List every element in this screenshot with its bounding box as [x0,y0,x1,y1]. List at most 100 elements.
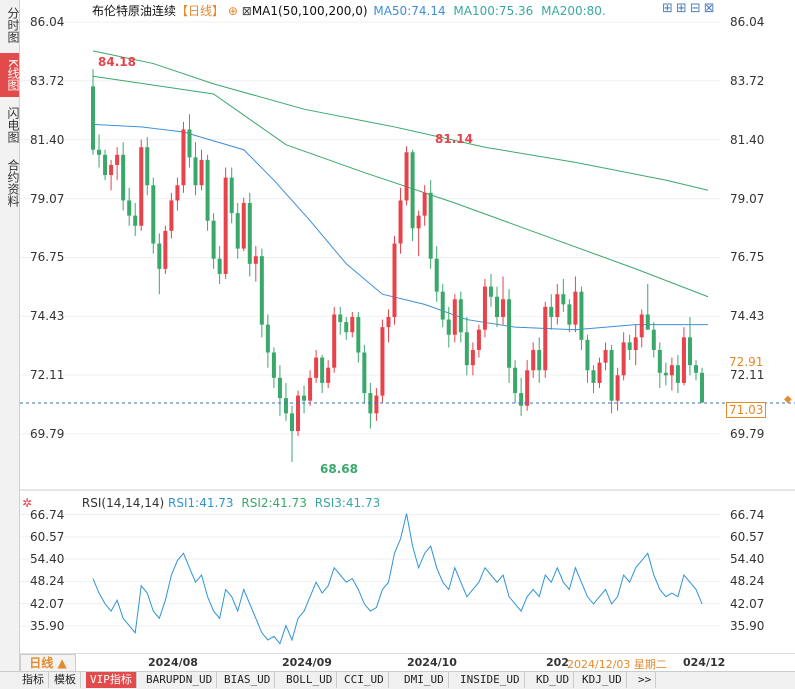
sidebar-tab-contract-info[interactable]: 合约资料 [0,153,20,213]
candle-body [121,154,126,201]
right-price-tick: 81.40 [730,132,765,147]
left-rsi-tick: 42.07 [30,596,65,611]
left-price-tick: 72.11 [30,368,65,383]
candle-body [133,215,138,226]
left-price-tick: 79.07 [30,191,65,206]
indicator-tab[interactable]: 模板 [50,672,81,688]
right-price-tick: 83.72 [730,73,765,88]
indicator-tab[interactable]: 指标 [18,672,49,688]
candle-body [410,152,415,229]
right-rsi-tick: 54.40 [730,552,765,567]
right-rsi-tick: 60.57 [730,529,765,544]
candle-body [609,349,614,401]
time-label-sep: 2024/09 [282,656,332,669]
right-rsi-tick: 48.24 [730,574,765,589]
candle-body [561,294,566,305]
left-rsi-tick: 60.57 [30,529,65,544]
ma50-line [92,75,709,298]
indicator-tab[interactable]: KD_UD [532,672,575,688]
time-label-oct: 2024/10 [407,656,457,669]
candle-body [398,200,403,244]
candle-body [663,372,668,376]
candle-body [229,177,234,214]
candle-body [199,159,204,186]
candle-body [265,324,270,353]
sidebar-tab-kline[interactable]: K线图 [0,53,20,97]
candle-body [555,294,560,318]
candle-body [356,317,361,353]
candle-body [271,352,276,378]
candle-body [440,291,445,320]
right-price-tick: 74.43 [730,309,765,324]
rsi-line [92,513,703,645]
indicator-tab[interactable]: KDJ_UD [578,672,627,688]
time-label-dec: 024/12 [683,656,726,669]
indicator-tab[interactable]: DMI_UD [400,672,449,688]
right-rsi-tick: 35.90 [730,618,765,633]
candle-body [549,306,554,318]
candle-body [543,306,548,371]
candle-body [537,349,542,371]
candle-body [187,129,192,158]
candle-body [350,317,355,333]
rsi1-value: RSI1:41.73 [168,496,234,510]
candle-body [374,395,379,414]
cursor-date: 2024/12/03 星期二 [567,658,667,671]
right-price-tick: 76.75 [730,250,765,265]
candle-body [452,299,457,335]
indicator-tab[interactable]: INSIDE_UD [456,672,525,688]
candle-body [657,349,662,373]
rsi-settings-icon[interactable]: ✲ [22,496,32,510]
candle-body [482,286,487,330]
mid-high-annotation: 81.14 [435,132,473,146]
candle-body [338,314,343,323]
left-sidebar: 分时图 K线图 闪电图 合约资料 [0,0,20,672]
left-price-tick: 83.72 [30,73,65,88]
right-price-tick: 79.07 [730,191,765,206]
ma-price-tag: 72.91 [726,354,767,370]
indicator-tab[interactable]: BOLL_UD [282,672,338,688]
right-price-tick: 72.11 [730,368,765,383]
candle-body [289,413,294,432]
candle-body [139,147,144,226]
price-marker-icon: ◆ [784,394,792,405]
chart-area[interactable] [20,0,795,653]
candle-body [217,258,222,274]
candle-body [669,365,674,376]
right-price-tick: 69.79 [730,426,765,441]
candle-body [615,375,620,401]
indicator-tab[interactable]: VIP指标 [86,672,137,688]
left-price-tick: 86.04 [30,15,65,29]
sidebar-tab-flash[interactable]: 闪电图 [0,102,20,148]
candle-body [253,256,258,264]
candle-body [694,365,698,373]
candle-body [386,317,391,328]
indicator-tab[interactable]: >> [634,672,657,688]
candle-body [181,129,186,186]
indicator-tab[interactable]: BIAS_UD [220,672,276,688]
time-label-nov: 202 [546,656,569,669]
candle-body [579,291,584,340]
candle-body [380,327,385,396]
candle-body [531,349,536,371]
candle-body [308,377,313,401]
left-price-tick: 76.75 [30,250,65,265]
candle-body [362,352,367,394]
candle-body [205,159,210,221]
candle-body [241,202,246,249]
candle-body [621,342,626,376]
indicator-tab[interactable]: BARUPDN_UD [142,672,218,688]
sidebar-tab-timeshare[interactable]: 分时图 [0,2,20,48]
candle-body [109,164,114,176]
candle-body [645,314,650,330]
candle-body [434,258,439,292]
candle-body [145,147,150,186]
left-price-tick: 74.43 [30,309,65,324]
candle-body [302,395,307,401]
indicator-tabs: 指标 模板 VIP指标 BARUPDN_UD BIAS_UD BOLL_UD CCI_UD D… [0,671,795,689]
candle-body [519,393,524,406]
candle-body [344,322,349,333]
candle-body [169,200,174,231]
indicator-tab[interactable]: CCI_UD [340,672,389,688]
candle-body [193,157,198,186]
